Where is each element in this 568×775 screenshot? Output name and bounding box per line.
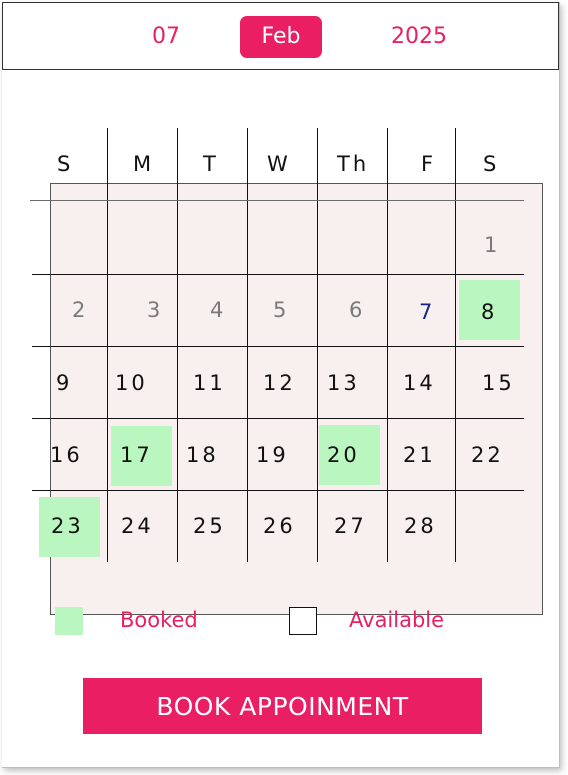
- year-selector[interactable]: 2025: [375, 16, 463, 58]
- month-selector[interactable]: Feb: [240, 16, 322, 58]
- legend-booked-label: Booked: [120, 608, 198, 632]
- day-cell-11[interactable]: 11: [193, 371, 226, 395]
- weekday-wed: W: [267, 152, 288, 176]
- day-cell-21[interactable]: 21: [403, 443, 436, 467]
- day-cell-2[interactable]: 2: [72, 298, 85, 322]
- day-cell-10[interactable]: 10: [115, 371, 148, 395]
- day-cell-5[interactable]: 5: [273, 298, 286, 322]
- grid-line: [32, 346, 524, 347]
- day-cell-22[interactable]: 22: [471, 443, 504, 467]
- day-cell-12[interactable]: 12: [263, 371, 296, 395]
- day-cell-26[interactable]: 26: [263, 514, 296, 538]
- day-cell-28[interactable]: 28: [404, 514, 437, 538]
- day-cell-4[interactable]: 4: [210, 298, 223, 322]
- day-cell-1[interactable]: 1: [484, 233, 497, 257]
- day-cell-25[interactable]: 25: [193, 514, 226, 538]
- grid-line: [387, 128, 388, 562]
- day-cell-15[interactable]: 15: [482, 371, 515, 395]
- weekday-tue: T: [203, 152, 216, 176]
- weekday-sat: S: [483, 152, 497, 176]
- day-cell-7-today[interactable]: 7: [419, 300, 432, 324]
- grid-line: [455, 128, 456, 562]
- day-cell-6[interactable]: 6: [349, 298, 362, 322]
- grid-line: [107, 128, 108, 562]
- day-cell-13[interactable]: 13: [327, 371, 360, 395]
- day-cell-23-booked[interactable]: 23: [51, 514, 84, 538]
- day-cell-24[interactable]: 24: [121, 514, 154, 538]
- weekday-fri: F: [421, 152, 434, 176]
- weekday-mon: M: [133, 152, 152, 176]
- weekday-sun: S: [57, 152, 71, 176]
- day-cell-17-booked[interactable]: 17: [120, 443, 153, 467]
- legend-available-swatch: [289, 607, 317, 635]
- day-cell-8-booked[interactable]: 8: [481, 300, 497, 324]
- grid-line: [32, 418, 524, 419]
- legend-booked-swatch: [55, 607, 83, 635]
- grid-line: [32, 490, 524, 491]
- day-cell-19[interactable]: 19: [256, 443, 289, 467]
- grid-line: [317, 128, 318, 562]
- grid-line: [32, 274, 524, 275]
- grid-line: [177, 128, 178, 562]
- calendar-background: [50, 183, 543, 615]
- grid-line: [30, 200, 524, 201]
- day-cell-16[interactable]: 16: [50, 443, 83, 467]
- date-header: 07 Feb 2025: [2, 2, 559, 70]
- day-cell-18[interactable]: 18: [186, 443, 219, 467]
- legend-available-label: Available: [349, 608, 445, 632]
- day-cell-9[interactable]: 9: [56, 371, 72, 395]
- day-cell-14[interactable]: 14: [403, 371, 436, 395]
- day-cell-3[interactable]: 3: [147, 298, 160, 322]
- day-cell-27[interactable]: 27: [334, 514, 367, 538]
- grid-line: [247, 128, 248, 562]
- book-appointment-button[interactable]: BOOK APPOINMENT: [83, 678, 482, 734]
- day-selector[interactable]: 07: [133, 16, 199, 58]
- weekday-thu: Th: [337, 152, 370, 176]
- day-cell-20-booked[interactable]: 20: [327, 443, 360, 467]
